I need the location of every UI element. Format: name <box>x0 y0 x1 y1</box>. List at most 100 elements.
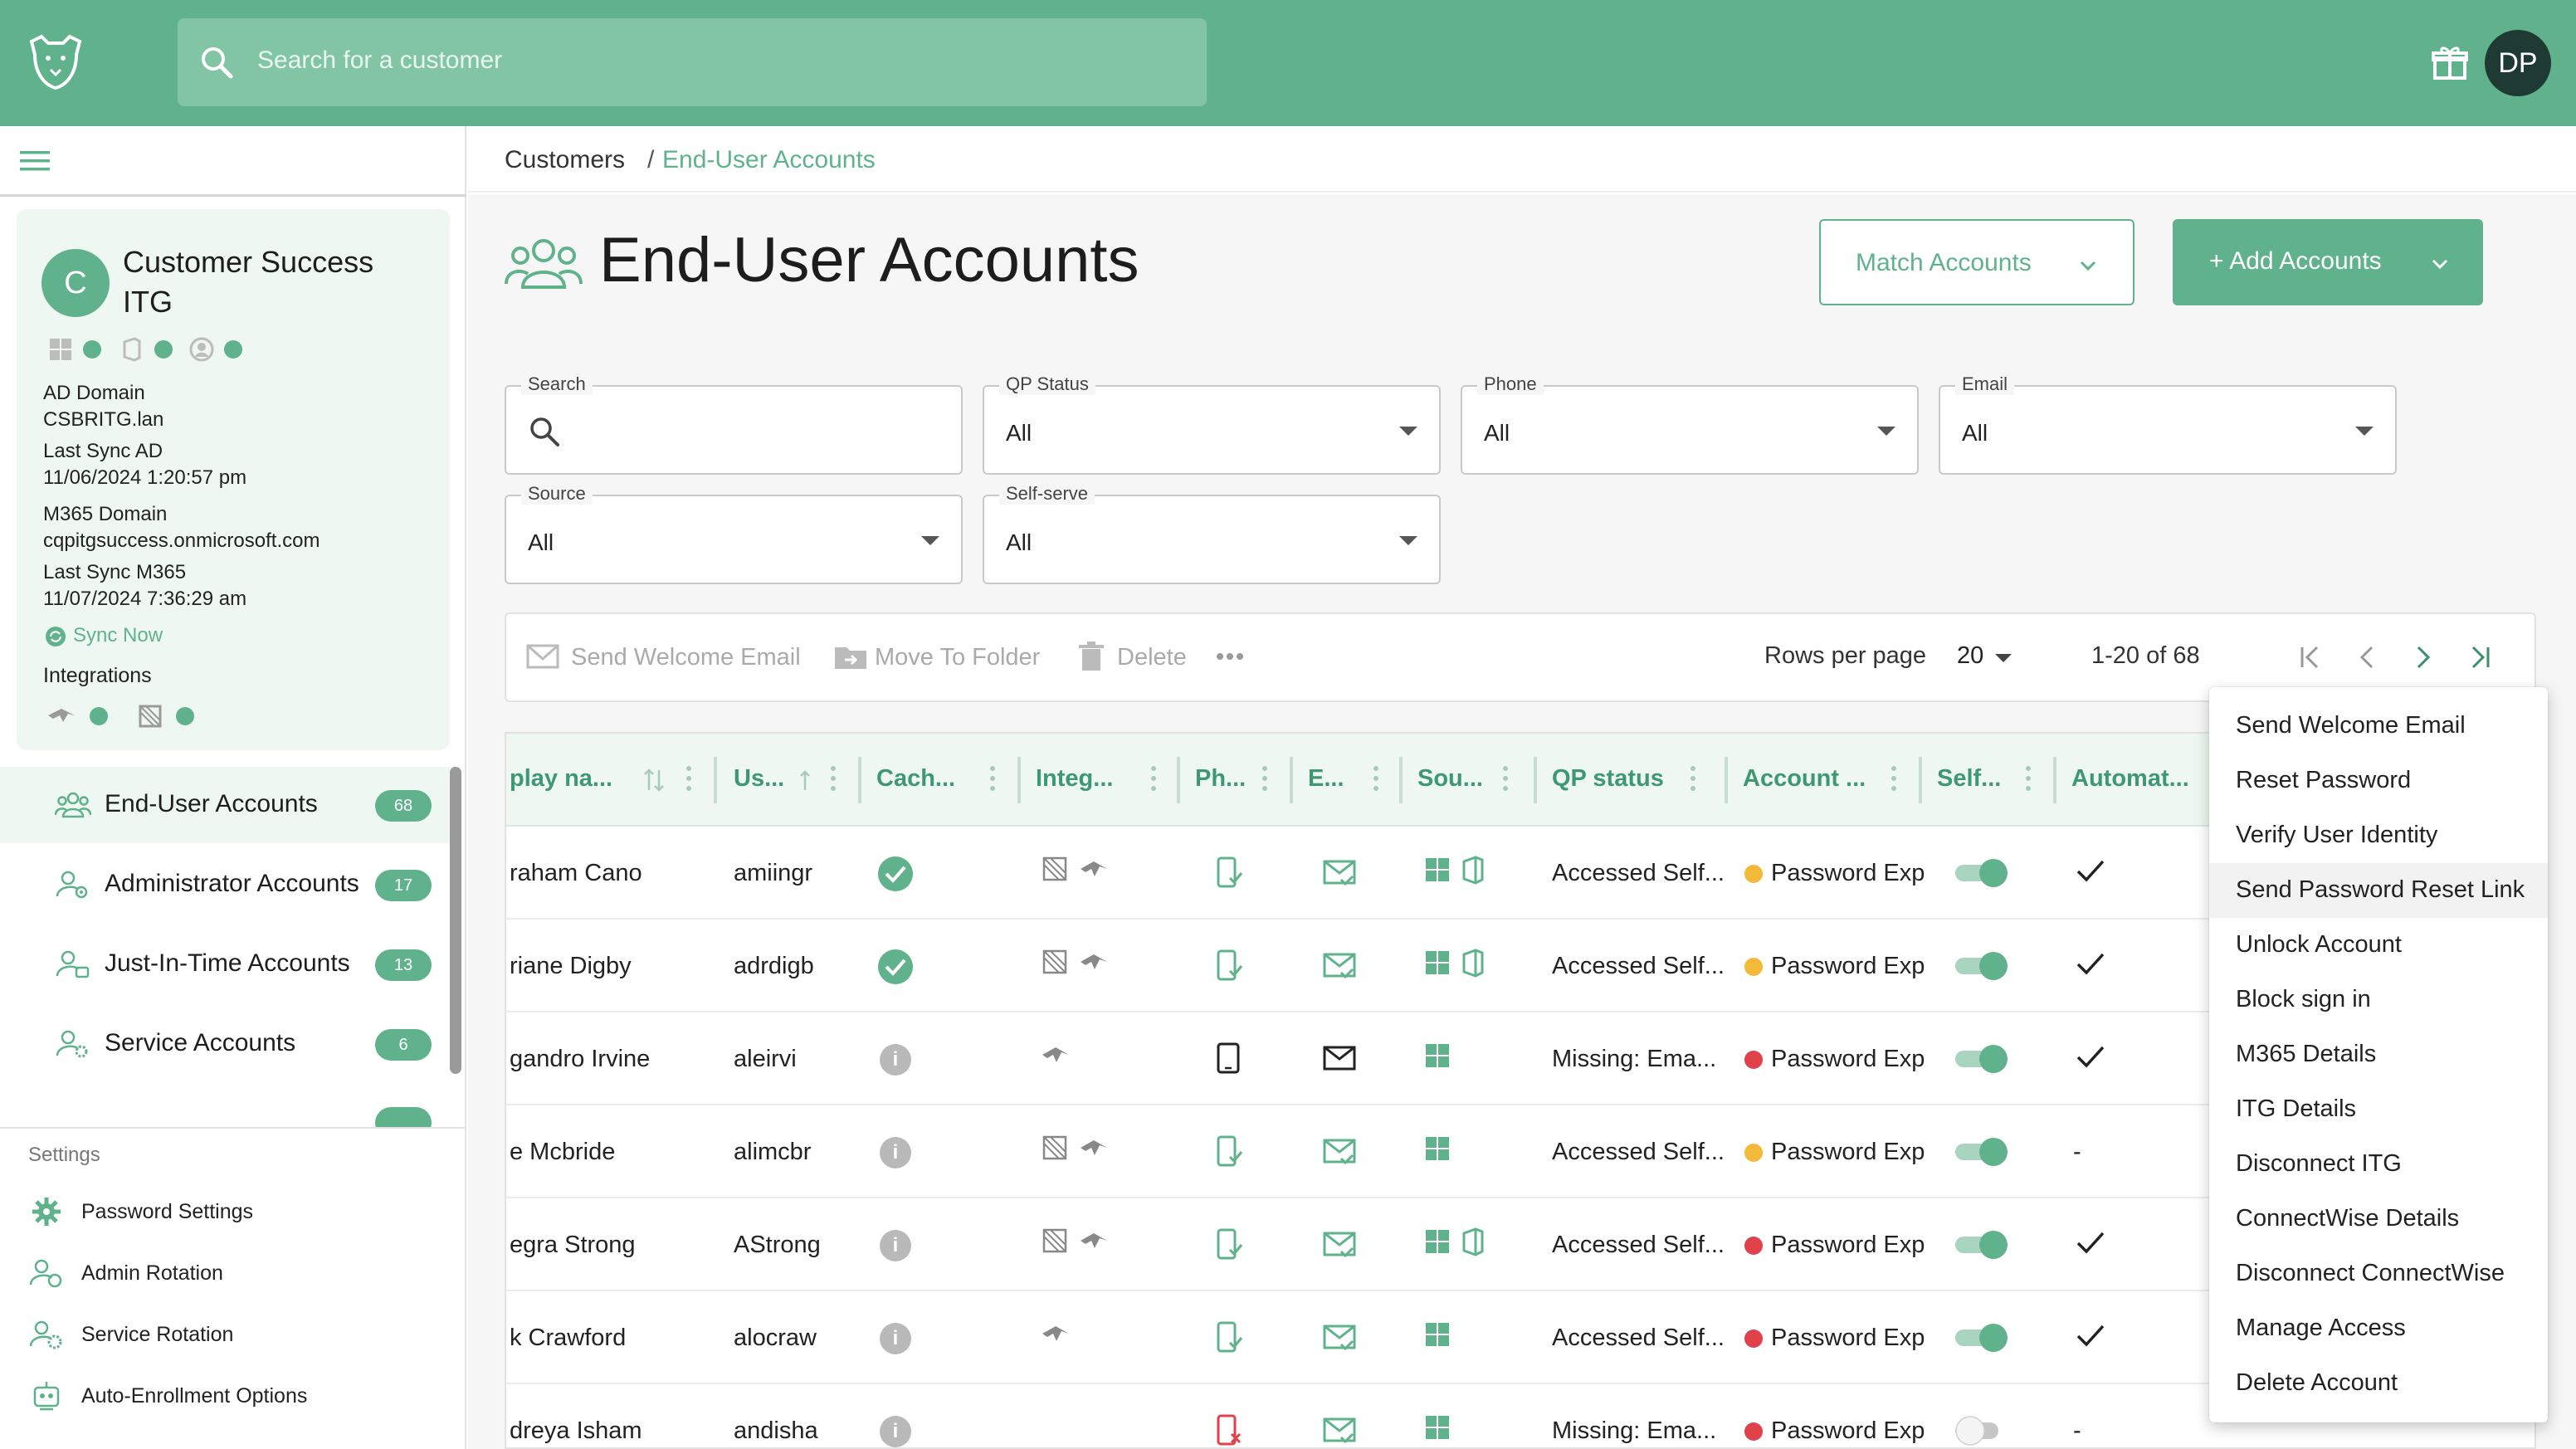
phone-select[interactable]: Phone All <box>1461 373 1919 475</box>
sync-now-link[interactable]: Sync Now <box>73 624 163 647</box>
column-menu-icon[interactable] <box>1373 764 1379 793</box>
connectwise-icon <box>1081 1233 1107 1248</box>
menu-item-itg-details[interactable]: ITG Details <box>2209 1082 2548 1137</box>
column-header-integrations[interactable]: Integ... <box>1036 765 1113 793</box>
column-menu-icon[interactable] <box>2025 764 2032 793</box>
user-avatar[interactable]: DP <box>2485 30 2551 96</box>
email-verified-icon <box>1323 1139 1356 1165</box>
column-divider[interactable] <box>1177 757 1180 803</box>
column-menu-icon[interactable] <box>830 764 837 793</box>
phone-verified-icon <box>1217 949 1243 981</box>
email-select[interactable]: Email All <box>1939 373 2397 475</box>
column-menu-icon[interactable] <box>1261 764 1268 793</box>
column-menu-icon[interactable] <box>1690 764 1696 793</box>
column-menu-icon[interactable] <box>989 764 996 793</box>
move-folder-icon <box>835 647 866 669</box>
column-divider[interactable] <box>1290 757 1293 803</box>
settings-admin-rotation[interactable]: Admin Rotation <box>28 1253 443 1295</box>
dropdown-arrow-icon[interactable] <box>1995 654 2012 662</box>
column-menu-icon[interactable] <box>1150 764 1157 793</box>
sort-icon[interactable] <box>642 767 666 793</box>
breadcrumb-customers-link[interactable]: Customers <box>505 146 625 174</box>
self-serve-toggle[interactable] <box>1954 1416 2012 1446</box>
column-divider[interactable] <box>858 757 861 803</box>
self-serve-toggle[interactable] <box>1954 858 2012 888</box>
more-horizontal-icon[interactable] <box>1213 641 1247 672</box>
match-accounts-button[interactable]: Match Accounts <box>1819 219 2134 305</box>
menu-item-connectwise-details[interactable]: ConnectWise Details <box>2209 1192 2548 1247</box>
breadcrumb-current[interactable]: End-User Accounts <box>662 146 876 174</box>
sync-icon[interactable] <box>45 626 66 647</box>
self-serve-toggle[interactable] <box>1954 1044 2012 1074</box>
column-header-email[interactable]: E... <box>1308 765 1344 793</box>
menu-icon[interactable] <box>18 148 51 174</box>
sort-ascending-icon[interactable] <box>798 768 812 792</box>
nav-label: End-User Accounts <box>105 790 318 817</box>
menu-item-send-password-reset-link[interactable]: Send Password Reset Link <box>2209 863 2548 918</box>
menu-item-manage-access[interactable]: Manage Access <box>2209 1301 2548 1356</box>
gift-icon[interactable] <box>2430 43 2470 83</box>
menu-item-block-sign-in[interactable]: Block sign in <box>2209 973 2548 1027</box>
add-accounts-button[interactable]: + Add Accounts <box>2173 219 2483 305</box>
rows-per-page-select[interactable]: 20 <box>1957 642 1983 670</box>
previous-page-icon[interactable] <box>2350 642 2383 672</box>
menu-item-reset-password[interactable]: Reset Password <box>2209 754 2548 808</box>
settings-password-settings[interactable]: Password Settings <box>28 1192 443 1233</box>
delete-button[interactable]: Delete <box>1117 644 1187 671</box>
column-header-phone[interactable]: Ph... <box>1195 765 1246 793</box>
column-header-automation[interactable]: Automat... <box>2071 765 2189 793</box>
self-serve-toggle[interactable] <box>1954 1137 2012 1167</box>
menu-item-unlock-account[interactable]: Unlock Account <box>2209 918 2548 973</box>
nav-service-accounts[interactable]: Service Accounts 6 <box>0 1006 455 1082</box>
qp-status-select[interactable]: QP Status All <box>983 373 1441 475</box>
first-page-icon[interactable] <box>2294 642 2327 672</box>
column-menu-icon[interactable] <box>1891 764 1897 793</box>
next-page-icon[interactable] <box>2407 642 2440 672</box>
search-field[interactable]: Search <box>505 373 963 475</box>
column-menu-icon[interactable] <box>1502 764 1509 793</box>
settings-item-label: Auto-Enrollment Options <box>81 1384 308 1408</box>
column-divider[interactable] <box>714 757 717 803</box>
column-header-cached[interactable]: Cach... <box>876 765 955 793</box>
column-header-qp-status[interactable]: QP status <box>1552 765 1664 793</box>
account-status-dot <box>1744 1237 1763 1255</box>
source-select[interactable]: Source All <box>505 483 963 584</box>
check-icon <box>2076 860 2105 882</box>
column-divider[interactable] <box>2053 757 2056 803</box>
menu-item-verify-user-identity[interactable]: Verify User Identity <box>2209 808 2548 863</box>
column-divider[interactable] <box>1534 757 1537 803</box>
menu-item-disconnect-itg[interactable]: Disconnect ITG <box>2209 1137 2548 1192</box>
send-welcome-email-button[interactable]: Send Welcome Email <box>571 644 801 671</box>
self-serve-toggle[interactable] <box>1954 1323 2012 1353</box>
menu-item-m365-details[interactable]: M365 Details <box>2209 1027 2548 1082</box>
column-header-username[interactable]: Us... <box>734 765 784 793</box>
column-divider[interactable] <box>1017 757 1021 803</box>
move-to-folder-button[interactable]: Move To Folder <box>875 644 1040 671</box>
column-header-self-serve[interactable]: Self... <box>1937 765 2001 793</box>
column-divider[interactable] <box>1725 757 1728 803</box>
nav-administrator-accounts[interactable]: Administrator Accounts 17 <box>0 846 455 923</box>
column-menu-icon[interactable] <box>685 764 692 793</box>
column-divider[interactable] <box>1919 757 1922 803</box>
nav-item-partial[interactable] <box>0 1086 455 1129</box>
menu-item-delete-account[interactable]: Delete Account <box>2209 1356 2548 1411</box>
cheetah-logo-icon[interactable] <box>23 30 88 95</box>
menu-item-disconnect-connectwise[interactable]: Disconnect ConnectWise <box>2209 1247 2548 1301</box>
column-header-display-name[interactable]: play na... <box>510 765 612 793</box>
self-serve-toggle[interactable] <box>1954 951 2012 981</box>
nav-scrollbar[interactable] <box>450 767 461 1074</box>
self-serve-toggle[interactable] <box>1954 1230 2012 1260</box>
settings-service-rotation[interactable]: Service Rotation <box>28 1315 443 1356</box>
last-page-icon[interactable] <box>2463 642 2496 672</box>
column-header-source[interactable]: Sou... <box>1417 765 1483 793</box>
column-header-account-status[interactable]: Account ... <box>1743 765 1866 793</box>
menu-item-label: Disconnect ConnectWise <box>2236 1260 2505 1286</box>
settings-auto-enrollment-options[interactable]: Auto-Enrollment Options <box>28 1376 443 1417</box>
nav-end-user-accounts[interactable]: End-User Accounts 68 <box>0 767 455 843</box>
self-serve-select[interactable]: Self-serve All <box>983 483 1441 584</box>
column-divider[interactable] <box>1399 757 1403 803</box>
nav-just-in-time-accounts[interactable]: Just-In-Time Accounts 13 <box>0 926 455 1003</box>
customer-search-input[interactable]: Search for a customer <box>178 18 1207 106</box>
menu-item-send-welcome-email[interactable]: Send Welcome Email <box>2209 699 2548 754</box>
nav-label: Just-In-Time Accounts <box>105 949 350 977</box>
